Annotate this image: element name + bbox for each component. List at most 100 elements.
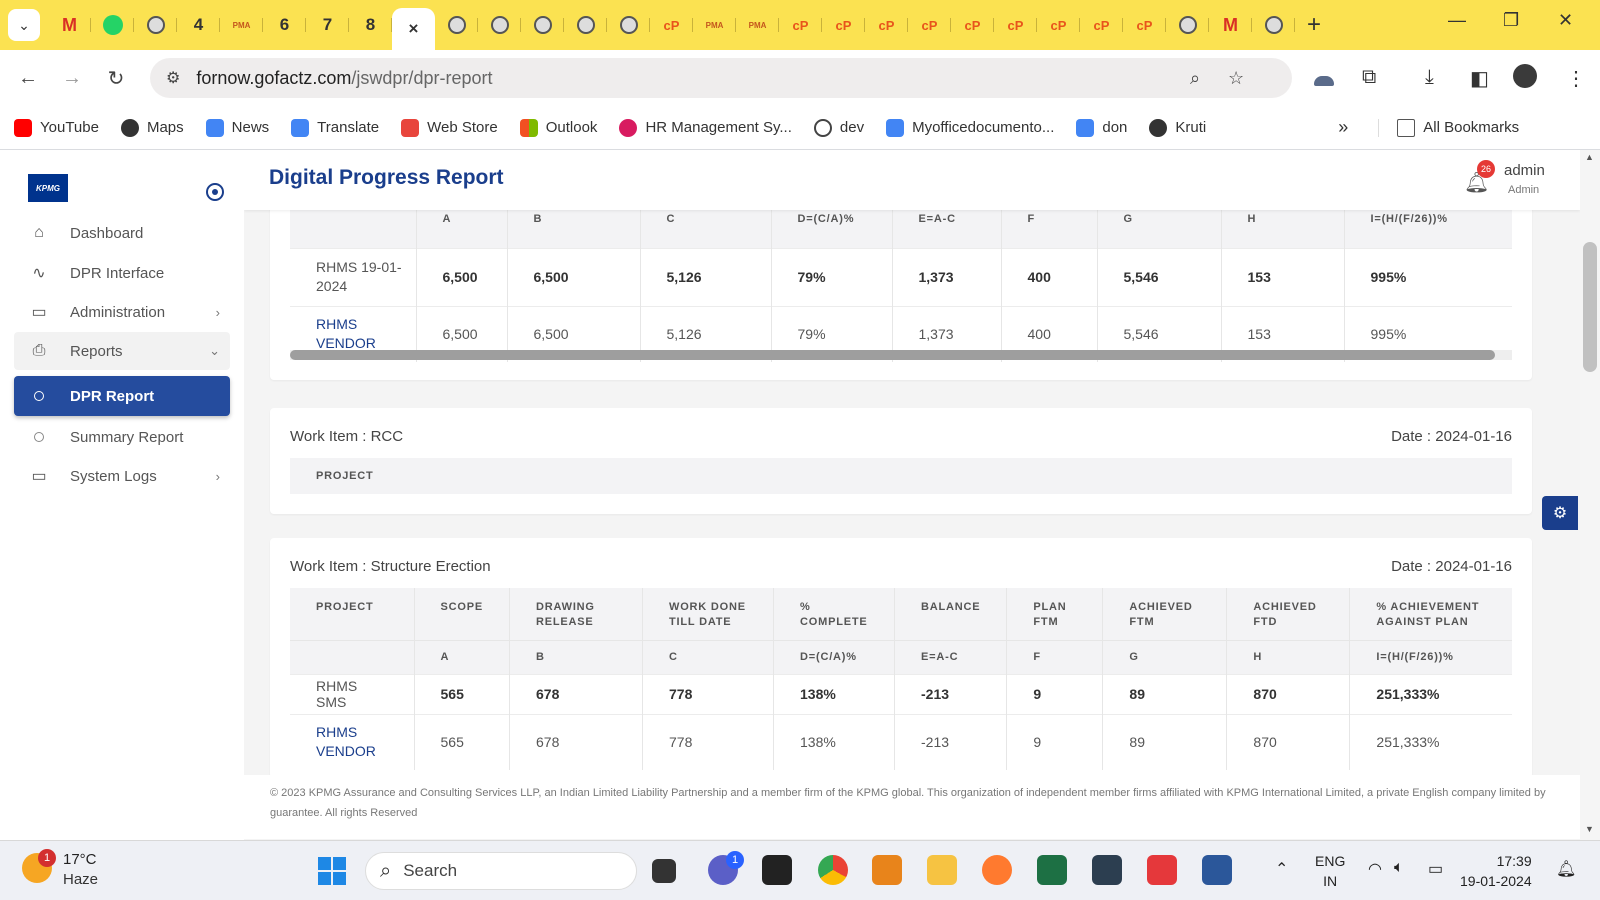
bookmark-hr[interactable]: HR Management Sy...	[619, 118, 792, 137]
tab-oc[interactable]: cP	[1080, 8, 1123, 42]
tab-pma[interactable]: PMA	[693, 8, 736, 42]
tab-oc[interactable]: cP	[994, 8, 1037, 42]
postman-icon[interactable]	[982, 855, 1012, 885]
language-indicator[interactable]: ENG IN	[1315, 851, 1345, 891]
temperature[interactable]: 17°C	[63, 851, 97, 868]
close-tab-icon[interactable]: ×	[409, 19, 419, 39]
user-name[interactable]: admin	[1504, 162, 1545, 179]
scrollbar-thumb[interactable]	[1583, 242, 1597, 372]
new-tab-button[interactable]: +	[1307, 11, 1321, 39]
bookmark-youtube[interactable]: YouTube	[14, 118, 99, 137]
vertical-scrollbar[interactable]: ▲ ▼	[1580, 150, 1600, 840]
puzzle-icon[interactable]: ⧉	[1362, 66, 1376, 89]
bookmark-news[interactable]: News	[205, 118, 269, 137]
chrome-icon[interactable]	[818, 855, 848, 885]
tab-active[interactable]: ×	[392, 8, 435, 50]
task-view-icon[interactable]	[652, 859, 676, 883]
bookmark-maps[interactable]: Maps	[120, 118, 184, 137]
tab-whatsapp[interactable]	[91, 8, 134, 42]
sidebar-item-system-logs[interactable]: ▭ System Logs ›	[14, 457, 230, 495]
tab-oc[interactable]: cP	[779, 8, 822, 42]
battery-icon[interactable]: ▭	[1428, 859, 1443, 879]
sublime-icon[interactable]	[872, 855, 902, 885]
side-panel-icon[interactable]: ◧	[1470, 66, 1489, 91]
site-info-icon[interactable]: ⚙	[166, 68, 180, 88]
bookmark-myoffice[interactable]: Myofficedocumento...	[886, 118, 1054, 137]
tab-oc[interactable]: cP	[650, 8, 693, 42]
oc-icon: cP	[1093, 17, 1110, 33]
volume-icon[interactable]: 🔈︎	[1394, 859, 1404, 877]
tab-6[interactable]: 6	[263, 8, 306, 42]
tab-pma[interactable]: PMA	[736, 8, 779, 42]
tab-globe[interactable]	[134, 8, 177, 42]
project-link[interactable]: RHMS VENDOR	[290, 713, 415, 770]
extension-icon[interactable]	[1314, 76, 1334, 86]
all-bookmarks-button[interactable]: All Bookmarks	[1378, 118, 1519, 137]
bookmark-kruti[interactable]: Kruti	[1149, 118, 1206, 137]
forward-icon[interactable]: →	[50, 67, 94, 90]
chevron-right-icon: ›	[215, 468, 220, 484]
menu-kebab-icon[interactable]: ⋮	[1566, 66, 1586, 91]
sidebar-item-dpr-interface[interactable]: ∿ DPR Interface	[14, 254, 230, 292]
profile-avatar[interactable]	[1513, 64, 1537, 88]
horizontal-scrollbar[interactable]	[290, 350, 1512, 360]
sidebar-item-administration[interactable]: ▭ Administration ›	[14, 293, 230, 331]
word-icon[interactable]	[1202, 855, 1232, 885]
minimize-icon[interactable]: —	[1448, 10, 1466, 31]
address-bar[interactable]: ⚙ fornow.gofactz.com/jswdpr/dpr-report ⌕…	[150, 58, 1292, 98]
sidebar-item-reports[interactable]: ⎙ Reports ⌄	[14, 332, 230, 370]
tab-oc[interactable]: cP	[1123, 8, 1166, 42]
sidebar-item-dashboard[interactable]: ⌂ Dashboard	[14, 214, 230, 252]
scroll-down-icon[interactable]: ▼	[1585, 824, 1594, 834]
terminal-icon[interactable]	[1092, 855, 1122, 885]
sidebar-item-dpr-report[interactable]: DPR Report	[14, 376, 230, 416]
tab-7[interactable]: 7	[306, 8, 349, 42]
taskbar-search[interactable]: ⌕ Search	[365, 852, 637, 890]
tab-search-dropdown[interactable]: ⌄	[8, 9, 40, 41]
sidebar-toggle-icon[interactable]	[206, 183, 224, 201]
tab-gmail-mini[interactable]: M	[1209, 8, 1252, 42]
tab-oc[interactable]: cP	[1037, 8, 1080, 42]
bookmark-translate[interactable]: Translate	[291, 118, 379, 137]
anydesk-icon[interactable]	[1147, 855, 1177, 885]
tab-globe[interactable]	[607, 8, 650, 42]
bookmark-web-store[interactable]: Web Store	[401, 118, 498, 137]
download-icon[interactable]: ⤓	[1425, 66, 1434, 89]
tab-4[interactable]: 4	[177, 8, 220, 42]
terminal-icon[interactable]	[762, 855, 792, 885]
back-icon[interactable]: ←	[6, 67, 50, 90]
notification-bell-icon[interactable]: 🔔︎	[1556, 859, 1576, 879]
reload-icon[interactable]: ↻	[94, 66, 138, 91]
excel-icon[interactable]	[1037, 855, 1067, 885]
restore-icon[interactable]: ❐	[1503, 10, 1519, 31]
tab-oc[interactable]: cP	[865, 8, 908, 42]
bookmark-outlook[interactable]: Outlook	[519, 118, 597, 137]
tab-chrome[interactable]	[1166, 8, 1209, 42]
tab-oc[interactable]: cP	[908, 8, 951, 42]
tab-oc[interactable]: cP	[822, 8, 865, 42]
tab-globe[interactable]	[564, 8, 607, 42]
clock[interactable]: 17:39 19-01-2024	[1460, 851, 1532, 891]
tab-8[interactable]: 8	[349, 8, 392, 42]
zoom-icon[interactable]: ⌕	[1190, 68, 1200, 89]
tab-globe[interactable]	[521, 8, 564, 42]
scrollbar-thumb[interactable]	[290, 350, 1495, 360]
file-explorer-icon[interactable]	[927, 855, 957, 885]
bookmark-dev[interactable]: dev	[813, 118, 864, 137]
close-window-icon[interactable]: ✕	[1558, 10, 1573, 31]
bookmark-don[interactable]: don	[1076, 118, 1127, 137]
bookmark-star-icon[interactable]: ☆	[1228, 68, 1244, 89]
tab-globe[interactable]	[435, 8, 478, 42]
tab-oc[interactable]: cP	[951, 8, 994, 42]
sidebar-item-summary-report[interactable]: Summary Report	[14, 418, 230, 456]
windows-start-icon[interactable]	[318, 857, 346, 885]
chevron-up-icon[interactable]: ⌃	[1275, 859, 1288, 879]
scroll-up-icon[interactable]: ▲	[1585, 152, 1594, 162]
bookmarks-overflow-button[interactable]: »	[1338, 117, 1348, 138]
tab-pma[interactable]: PMA	[220, 8, 263, 42]
tab-globe[interactable]	[1252, 8, 1295, 42]
settings-gear-icon[interactable]: ⚙	[1542, 496, 1578, 530]
wifi-icon[interactable]: ◠	[1368, 859, 1382, 879]
tab-globe[interactable]	[478, 8, 521, 42]
tab-gmail[interactable]: M	[48, 8, 91, 42]
